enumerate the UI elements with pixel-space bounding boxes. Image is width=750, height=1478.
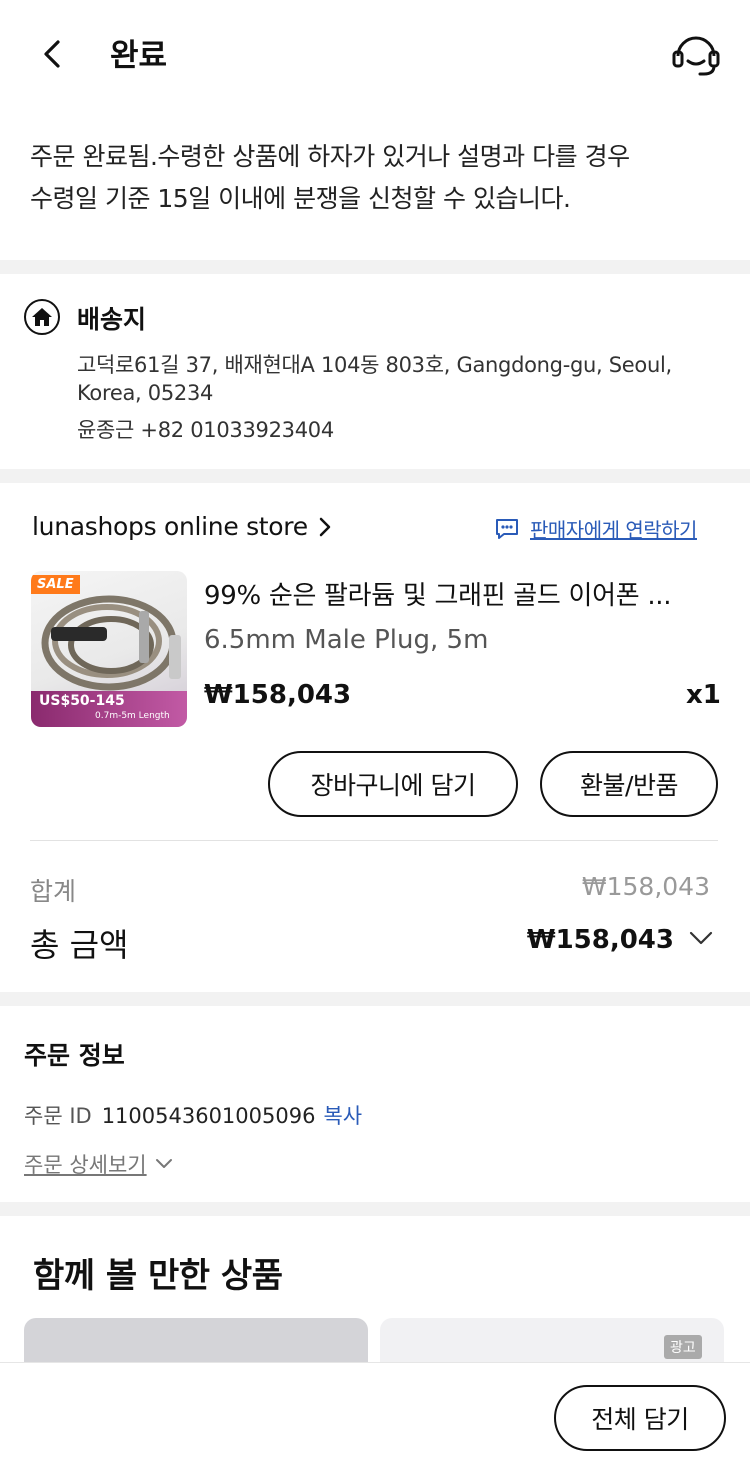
refund-return-button[interactable]: 환불/반품 — [540, 751, 718, 817]
shipping-title: 배송지 — [77, 305, 147, 334]
section-divider — [0, 992, 750, 1006]
thumbnail-price-banner: US$50-145 0.7m-5m Length — [31, 691, 187, 727]
order-id-label: 주문 ID — [24, 1104, 92, 1128]
notice-line-1: 주문 완료됨.수령한 상품에 하자가 있거나 설명과 다를 경우 — [30, 142, 630, 171]
ad-badge: 광고 — [664, 1335, 702, 1359]
copy-order-id-link[interactable]: 복사 — [323, 1100, 362, 1130]
chevron-left-icon — [44, 40, 60, 68]
product-thumbnail[interactable]: SALE US$50-145 0.7m-5m Length — [31, 571, 187, 727]
chat-icon — [496, 518, 518, 539]
shipping-address-line-2: Korea, 05234 — [77, 381, 214, 405]
section-divider — [0, 469, 750, 483]
order-id-value: 1100543601005096 — [101, 1104, 316, 1128]
order-info-title: 주문 정보 — [24, 1041, 125, 1070]
store-name: lunashops online store — [32, 512, 308, 541]
section-divider — [0, 1202, 750, 1216]
bottom-action-bar: 전체 담기 — [0, 1362, 750, 1478]
shipping-address-line-1: 고덕로61길 37, 배재현대A 104동 803호, Gangdong-gu,… — [77, 353, 672, 377]
order-detail-toggle[interactable]: 주문 상세보기 — [24, 1149, 175, 1179]
headset-icon — [672, 36, 720, 76]
notice-line-2: 수령일 기준 15일 이내에 분쟁을 신청할 수 있습니다. — [30, 184, 571, 213]
add-all-to-cart-button[interactable]: 전체 담기 — [554, 1385, 726, 1451]
chevron-right-icon — [320, 517, 331, 537]
add-to-cart-button[interactable]: 장바구니에 담기 — [268, 751, 518, 817]
contact-seller-link[interactable]: 판매자에게 연락하기 — [494, 514, 697, 543]
order-id-row: 주문 ID 1100543601005096 복사 — [24, 1100, 362, 1130]
product-price: ₩158,043 — [204, 680, 352, 710]
customer-service-button[interactable] — [670, 30, 722, 80]
chevron-down-icon — [155, 1159, 172, 1168]
thumbnail-price: US$50-145 — [39, 693, 125, 709]
product-quantity: x1 — [686, 680, 721, 710]
order-detail-label: 주문 상세보기 — [24, 1153, 147, 1177]
total-value[interactable]: ₩158,043 — [527, 925, 674, 955]
summary-divider — [30, 840, 718, 841]
total-label: 총 금액 — [30, 926, 129, 964]
page-title: 완료 — [110, 38, 168, 74]
contact-seller-label: 판매자에게 연락하기 — [530, 518, 697, 542]
app-header: 완료 — [0, 0, 750, 110]
chevron-down-icon[interactable] — [688, 928, 714, 948]
back-button[interactable] — [34, 32, 74, 76]
recommendations-title: 함께 볼 만한 상품 — [33, 1256, 283, 1296]
product-title[interactable]: 99% 순은 팔라듐 및 그래핀 골드 이어폰 ... — [204, 575, 704, 612]
home-icon — [24, 299, 60, 335]
shipping-recipient: 윤종근 +82 01033923404 — [77, 418, 334, 442]
section-divider — [0, 260, 750, 274]
order-complete-notice: 주문 완료됨.수령한 상품에 하자가 있거나 설명과 다를 경우 수령일 기준 … — [30, 136, 730, 220]
product-option: 6.5mm Male Plug, 5m — [204, 625, 489, 655]
sale-tag: SALE — [31, 575, 80, 594]
subtotal-label: 합계 — [30, 877, 77, 906]
thumbnail-length: 0.7m-5m Length — [95, 711, 170, 721]
subtotal-value: ₩158,043 — [581, 872, 710, 901]
store-name-link[interactable]: lunashops online store — [32, 512, 333, 541]
